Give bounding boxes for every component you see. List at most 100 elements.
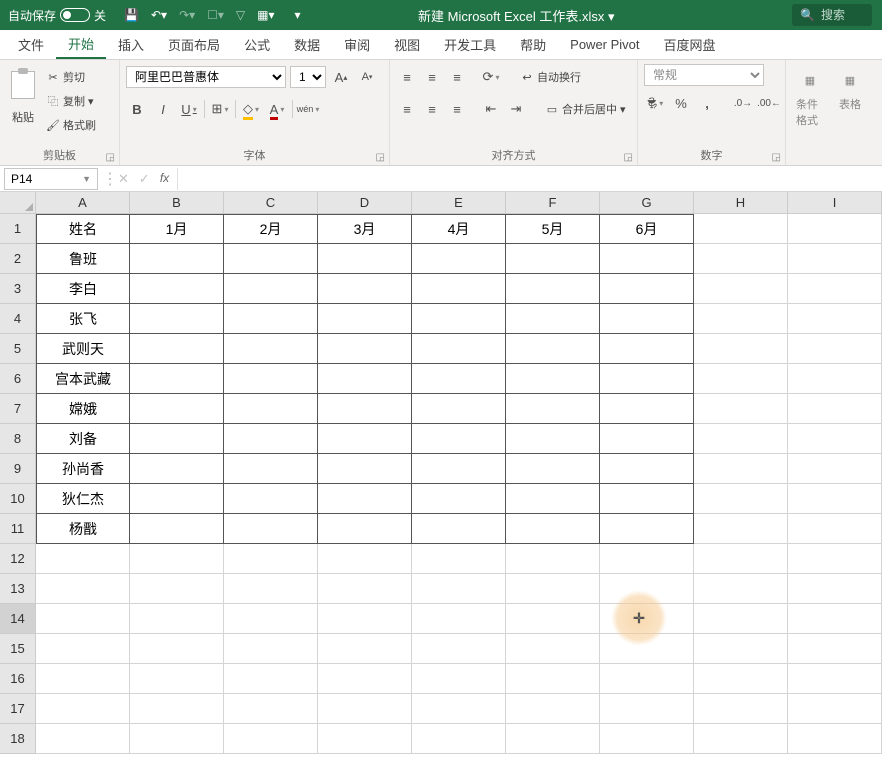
cell-G2[interactable]: [600, 244, 694, 274]
cell-E15[interactable]: [412, 634, 506, 664]
cell-F4[interactable]: [506, 304, 600, 334]
cell-C17[interactable]: [224, 694, 318, 724]
cell-C5[interactable]: [224, 334, 318, 364]
cell-I14[interactable]: [788, 604, 882, 634]
cell-B14[interactable]: [130, 604, 224, 634]
cell-A9[interactable]: 孙尚香: [36, 454, 130, 484]
cell-D7[interactable]: [318, 394, 412, 424]
cell-B12[interactable]: [130, 544, 224, 574]
fill-color-button[interactable]: ◇: [240, 98, 262, 120]
cell-C4[interactable]: [224, 304, 318, 334]
cell-D8[interactable]: [318, 424, 412, 454]
cell-G10[interactable]: [600, 484, 694, 514]
save-icon[interactable]: 💾: [124, 8, 139, 22]
cell-G12[interactable]: [600, 544, 694, 574]
cell-B17[interactable]: [130, 694, 224, 724]
cell-C6[interactable]: [224, 364, 318, 394]
cell-E14[interactable]: [412, 604, 506, 634]
cell-D17[interactable]: [318, 694, 412, 724]
decrease-font-icon[interactable]: A▾: [356, 66, 378, 88]
row-header-5[interactable]: 5: [0, 334, 36, 364]
cell-F17[interactable]: [506, 694, 600, 724]
cell-F10[interactable]: [506, 484, 600, 514]
border-button[interactable]: ⊞: [209, 98, 231, 120]
cell-D11[interactable]: [318, 514, 412, 544]
cell-C11[interactable]: [224, 514, 318, 544]
cell-H8[interactable]: [694, 424, 788, 454]
column-header-H[interactable]: H: [694, 192, 788, 214]
row-header-10[interactable]: 10: [0, 484, 36, 514]
row-header-13[interactable]: 13: [0, 574, 36, 604]
cell-G15[interactable]: [600, 634, 694, 664]
cell-D5[interactable]: [318, 334, 412, 364]
percent-icon[interactable]: %: [670, 92, 692, 114]
cell-D14[interactable]: [318, 604, 412, 634]
cell-I12[interactable]: [788, 544, 882, 574]
cell-C2[interactable]: [224, 244, 318, 274]
tab-review[interactable]: 审阅: [332, 31, 382, 59]
cell-C9[interactable]: [224, 454, 318, 484]
cell-E16[interactable]: [412, 664, 506, 694]
cell-E6[interactable]: [412, 364, 506, 394]
tab-insert[interactable]: 插入: [106, 31, 156, 59]
cell-G3[interactable]: [600, 274, 694, 304]
cell-D9[interactable]: [318, 454, 412, 484]
align-center-icon[interactable]: ≡: [421, 98, 443, 120]
column-header-B[interactable]: B: [130, 192, 224, 214]
tab-formulas[interactable]: 公式: [232, 31, 282, 59]
cell-D4[interactable]: [318, 304, 412, 334]
cell-H9[interactable]: [694, 454, 788, 484]
currency-icon[interactable]: 🕏: [644, 92, 666, 114]
cell-B10[interactable]: [130, 484, 224, 514]
increase-decimal-icon[interactable]: .0→: [732, 92, 754, 114]
number-format-select[interactable]: 常规: [644, 64, 764, 86]
row-header-3[interactable]: 3: [0, 274, 36, 304]
cell-I3[interactable]: [788, 274, 882, 304]
cell-A8[interactable]: 刘备: [36, 424, 130, 454]
cell-D13[interactable]: [318, 574, 412, 604]
cell-G14[interactable]: [600, 604, 694, 634]
orientation-icon[interactable]: ⟳: [480, 66, 502, 88]
tab-file[interactable]: 文件: [6, 31, 56, 59]
tab-page-layout[interactable]: 页面布局: [156, 31, 232, 59]
cell-G7[interactable]: [600, 394, 694, 424]
launcher-icon[interactable]: ◲: [376, 152, 385, 163]
cell-A18[interactable]: [36, 724, 130, 754]
cell-F13[interactable]: [506, 574, 600, 604]
row-header-9[interactable]: 9: [0, 454, 36, 484]
row-header-8[interactable]: 8: [0, 424, 36, 454]
row-header-7[interactable]: 7: [0, 394, 36, 424]
column-header-E[interactable]: E: [412, 192, 506, 214]
cell-C18[interactable]: [224, 724, 318, 754]
search-box[interactable]: 🔍: [792, 4, 872, 26]
column-header-D[interactable]: D: [318, 192, 412, 214]
cell-H6[interactable]: [694, 364, 788, 394]
cell-H13[interactable]: [694, 574, 788, 604]
column-header-C[interactable]: C: [224, 192, 318, 214]
cell-G11[interactable]: [600, 514, 694, 544]
column-header-F[interactable]: F: [506, 192, 600, 214]
align-left-icon[interactable]: ≡: [396, 98, 418, 120]
cell-E3[interactable]: [412, 274, 506, 304]
cell-E10[interactable]: [412, 484, 506, 514]
row-header-12[interactable]: 12: [0, 544, 36, 574]
format-painter-button[interactable]: 🖌格式刷: [44, 114, 98, 136]
italic-button[interactable]: I: [152, 98, 174, 120]
cell-I13[interactable]: [788, 574, 882, 604]
cell-I10[interactable]: [788, 484, 882, 514]
cell-A17[interactable]: [36, 694, 130, 724]
cell-F9[interactable]: [506, 454, 600, 484]
cell-E7[interactable]: [412, 394, 506, 424]
undo-icon[interactable]: ↶▾: [151, 8, 167, 22]
cell-A15[interactable]: [36, 634, 130, 664]
cancel-icon[interactable]: ✕: [118, 171, 129, 187]
cell-I2[interactable]: [788, 244, 882, 274]
cell-G17[interactable]: [600, 694, 694, 724]
cell-H5[interactable]: [694, 334, 788, 364]
cell-D10[interactable]: [318, 484, 412, 514]
cell-B7[interactable]: [130, 394, 224, 424]
cell-C3[interactable]: [224, 274, 318, 304]
cell-E2[interactable]: [412, 244, 506, 274]
copy-button[interactable]: ⿻复制▾: [44, 90, 98, 112]
cell-F3[interactable]: [506, 274, 600, 304]
